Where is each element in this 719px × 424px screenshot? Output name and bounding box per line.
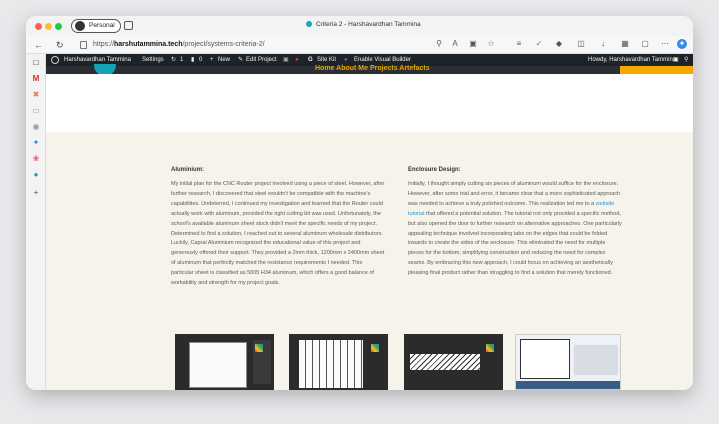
web-page: Harshavardhan Tammina Settings ↻ 1 ▮ 0 +…: [46, 54, 693, 390]
url-field[interactable]: https://harshutammina.tech/project/syste…: [79, 39, 484, 51]
site-favicon-icon: [306, 21, 312, 27]
gallery-image-2[interactable]: [289, 334, 388, 390]
screenshot-icon[interactable]: ▢: [640, 39, 650, 49]
circle-app-icon[interactable]: ◉: [31, 122, 41, 132]
gallery-image-3[interactable]: [404, 334, 503, 390]
lock-icon: [80, 41, 87, 49]
app-x-icon[interactable]: ✖: [31, 90, 41, 100]
admin-new[interactable]: New: [218, 54, 230, 66]
admin-howdy[interactable]: Howdy, Harshavardhan Tammina: [588, 54, 676, 66]
url-host: harshutammina.tech: [114, 41, 183, 48]
enclosure-3d-view: [574, 345, 618, 375]
refresh-icon[interactable]: ↻: [56, 39, 64, 51]
gallery-image-1[interactable]: [175, 334, 274, 390]
admin-avatar-icon[interactable]: ▣: [673, 54, 679, 66]
new-icon: +: [210, 57, 214, 63]
zoom-icon[interactable]: ⚲: [434, 39, 444, 49]
site-app-icon[interactable]: ●: [31, 170, 41, 180]
gmail-icon[interactable]: M: [31, 74, 41, 84]
color-picker-swatch: [371, 344, 379, 352]
color-picker-swatch: [486, 344, 494, 352]
split-screen-icon[interactable]: ◫: [576, 39, 586, 49]
wordpress-icon[interactable]: [51, 56, 59, 64]
add-app-icon[interactable]: +: [31, 188, 41, 198]
browser-sidebar: □ M ✖ ▭ ◉ ✦ ❀ ● +: [26, 54, 46, 390]
tab-layout-sheet: [299, 340, 363, 388]
enclosure-body: Initially, I thought simply cutting six …: [408, 180, 622, 279]
address-bar-row: ← ↻ https://harshutammina.tech/project/s…: [26, 36, 693, 54]
drawing-sheet: [189, 342, 247, 388]
url-path: /project/systems-criteria-2/: [182, 41, 265, 48]
gallery-image-4[interactable]: [515, 334, 621, 390]
edit-icon: ✎: [238, 57, 244, 63]
aluminium-section: Aluminium: My initial plan for the CNC R…: [171, 166, 385, 289]
status-dot-icon: ●: [295, 57, 299, 63]
downloads-icon[interactable]: ↓: [598, 39, 608, 49]
tab-actions-icon[interactable]: [124, 21, 133, 30]
updates-count: 1: [180, 57, 184, 63]
admin-settings[interactable]: Settings: [142, 54, 164, 66]
immersive-reader-icon[interactable]: ▣: [468, 39, 478, 49]
maximize-window-button[interactable]: [55, 23, 62, 30]
enclosure-heading: Enclosure Design:: [408, 167, 461, 173]
close-window-button[interactable]: [35, 23, 42, 30]
enclosure-section: Enclosure Design: Initially, I thought s…: [408, 166, 622, 279]
enclosure-plan: [520, 339, 570, 379]
pattern-strip: [410, 354, 480, 370]
site-nav-menu[interactable]: Home About Me Projects Artefacts: [315, 65, 430, 72]
extension-icon[interactable]: ≡: [514, 39, 524, 49]
document-icon[interactable]: ▭: [31, 106, 41, 116]
minimize-window-button[interactable]: [45, 23, 52, 30]
aluminium-heading: Aluminium:: [171, 167, 204, 173]
browser-window: Personal Criteria 2 - Harshavardhan Tamm…: [26, 16, 693, 390]
tab-active[interactable]: Criteria 2 - Harshavardhan Tammina: [306, 21, 421, 28]
grammar-extension-icon[interactable]: ✓: [534, 39, 544, 49]
url-prefix: https://: [93, 41, 115, 48]
color-app-icon[interactable]: ❀: [31, 154, 41, 164]
collections-icon[interactable]: ▦: [620, 39, 630, 49]
header-spacer-band: [46, 74, 693, 132]
tab-panel-icon[interactable]: □: [31, 58, 41, 68]
enclosure-body-start: Initially, I thought simply cutting six …: [408, 181, 621, 207]
comments-icon[interactable]: ▮: [191, 54, 194, 66]
profile-avatar-icon: [75, 21, 85, 31]
read-aloud-icon[interactable]: A: [450, 39, 460, 49]
google-icon: G: [308, 57, 313, 63]
admin-edit-project[interactable]: Edit Project: [246, 54, 277, 66]
copilot-icon[interactable]: ✦: [677, 39, 687, 49]
tab-bar: Personal Criteria 2 - Harshavardhan Tamm…: [26, 16, 693, 36]
extensions-icon[interactable]: ◆: [554, 39, 564, 49]
profile-button[interactable]: Personal: [71, 19, 121, 33]
builder-icon[interactable]: ▣: [283, 54, 289, 66]
aluminium-body: My initial plan for the CNC Router proje…: [171, 181, 385, 287]
tab-title-text: Criteria 2 - Harshavardhan Tammina: [316, 21, 421, 28]
more-icon[interactable]: ⋯: [660, 39, 670, 49]
sparkle-icon[interactable]: ✦: [31, 138, 41, 148]
comments-count: 0: [199, 57, 203, 63]
cad-toolbar: [516, 381, 620, 389]
profile-label: Personal: [89, 22, 115, 29]
back-icon[interactable]: ←: [34, 39, 43, 51]
site-header: Home About Me Projects Artefacts: [46, 64, 693, 92]
enclosure-body-end: that offered a potential solution. The t…: [408, 210, 622, 277]
color-picker-swatch: [255, 344, 263, 352]
updates-icon[interactable]: ↻: [171, 54, 176, 66]
favorites-icon[interactable]: ☆: [486, 39, 496, 49]
admin-search-icon[interactable]: ⚲: [684, 54, 688, 66]
